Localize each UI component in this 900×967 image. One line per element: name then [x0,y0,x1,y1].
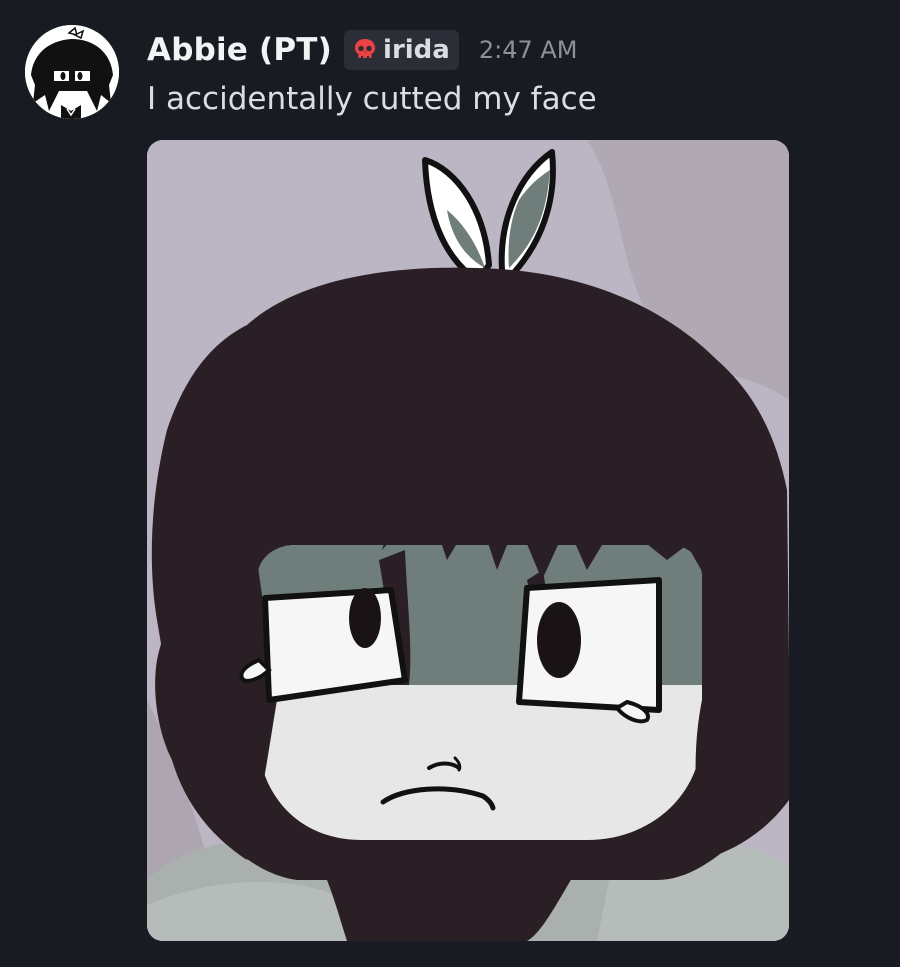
guild-tag-label: irida [383,35,450,65]
message-header: Abbie (PT) irida 2:47 AM [147,26,578,74]
guild-tag[interactable]: irida [344,30,459,70]
timestamp[interactable]: 2:47 AM [479,36,578,64]
avatar-image [25,25,119,119]
avatar[interactable] [25,25,119,119]
chat-message: Abbie (PT) irida 2:47 AM I accidentally … [0,0,900,967]
cartoon-face-drawing [147,140,789,941]
skull-icon [355,39,376,58]
image-attachment[interactable] [147,140,789,941]
message-content: I accidentally cutted my face [147,81,597,117]
username[interactable]: Abbie (PT) [147,32,332,68]
